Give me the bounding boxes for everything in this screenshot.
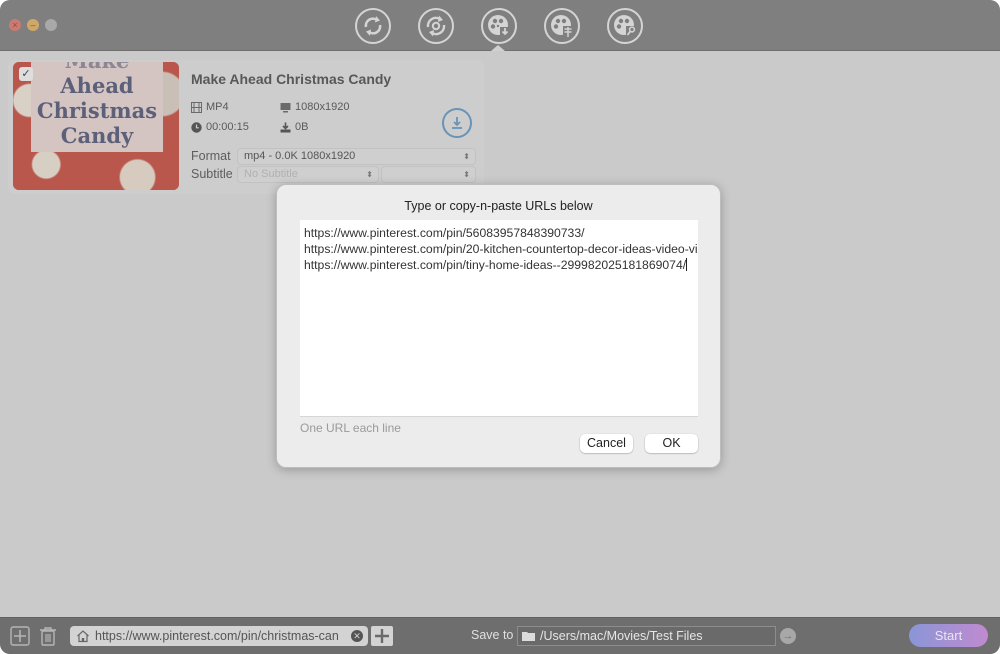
tool-utilities[interactable] <box>607 8 643 44</box>
url-line: https://www.pinterest.com/pin/20-kitchen… <box>304 242 698 256</box>
format-select[interactable]: mp4 - 0.0K 1080x1920 ⬍ <box>237 148 476 165</box>
checkmark-icon: ✓ <box>21 68 31 80</box>
save-to-label: Save to <box>471 628 514 642</box>
ok-button[interactable]: OK <box>645 434 698 453</box>
convert-settings-icon <box>426 15 446 37</box>
paste-urls-dialog: Type or copy-n-paste URLs below https://… <box>276 184 721 468</box>
updown-chevron-icon: ⬍ <box>463 152 470 161</box>
active-tool-indicator <box>491 45 505 51</box>
thumbnail-title: Make Ahead Christmas Candy <box>31 62 163 152</box>
textarea-hint: One URL each line <box>300 421 401 435</box>
close-icon: × <box>12 20 18 30</box>
urls-textarea[interactable]: https://www.pinterest.com/pin/5608395784… <box>300 220 698 417</box>
arrow-right-icon: → <box>782 630 794 642</box>
tool-convert[interactable] <box>355 8 391 44</box>
video-download-icon <box>488 15 510 37</box>
clear-url-icon[interactable]: ✕ <box>351 630 363 642</box>
resolution-info: 1080x1920 <box>280 101 349 113</box>
url-line: https://www.pinterest.com/pin/tiny-home-… <box>304 258 688 272</box>
add-file-icon[interactable] <box>10 626 30 646</box>
text-cursor <box>686 258 688 271</box>
subtitle-label: Subtitle <box>191 167 233 181</box>
container-info: MP4 <box>191 101 229 113</box>
clock-icon <box>191 121 202 133</box>
updown-chevron-icon: ⬍ <box>366 170 373 179</box>
download-icon <box>452 117 462 129</box>
monitor-icon <box>280 102 291 112</box>
convert-icon <box>364 16 382 36</box>
save-path-field[interactable]: /Users/mac/Movies/Test Files <box>517 626 776 646</box>
film-icon <box>191 101 202 113</box>
add-url-button[interactable] <box>371 626 393 646</box>
minimize-window-button[interactable]: – <box>27 19 39 31</box>
video-card: Make Ahead Christmas Candy ✓ Make Ahead … <box>8 60 484 194</box>
video-tools-icon <box>614 15 636 37</box>
format-label: Format <box>191 149 231 163</box>
video-edit-icon <box>551 15 573 37</box>
toolbar: × – <box>0 0 1000 51</box>
updown-chevron-icon: ⬍ <box>463 170 470 179</box>
tool-download[interactable] <box>481 8 517 44</box>
tool-edit[interactable] <box>544 8 580 44</box>
download-button[interactable] <box>442 108 472 138</box>
folder-icon <box>522 632 535 641</box>
home-icon[interactable] <box>76 629 90 643</box>
video-thumbnail: Make Ahead Christmas Candy ✓ <box>13 62 179 190</box>
video-title: Make Ahead Christmas Candy <box>191 71 392 87</box>
subtitle-language-select[interactable]: ⬍ <box>381 166 476 183</box>
tool-convert-settings[interactable] <box>418 8 454 44</box>
close-window-button[interactable]: × <box>9 19 21 31</box>
url-line: https://www.pinterest.com/pin/5608395784… <box>304 226 585 240</box>
open-folder-button[interactable]: → <box>780 628 796 644</box>
dialog-title: Type or copy-n-paste URLs below <box>404 199 593 213</box>
bottom-bar: https://www.pinterest.com/pin/christmas-… <box>0 617 1000 654</box>
duration-info: 00:00:15 <box>191 121 249 133</box>
trash-icon[interactable] <box>38 626 58 646</box>
size-info: 0B <box>280 121 308 133</box>
maximize-window-button[interactable] <box>45 19 57 31</box>
start-button[interactable]: Start <box>909 624 988 647</box>
minimize-icon: – <box>30 20 36 30</box>
plus-icon <box>375 629 389 643</box>
url-input[interactable]: https://www.pinterest.com/pin/christmas-… <box>70 626 368 646</box>
app-window: × – Ahead Christmas Candy ✓ Make Ahead C… <box>0 0 1000 654</box>
select-checkbox[interactable]: ✓ <box>19 67 33 81</box>
download-size-icon <box>280 122 291 132</box>
cancel-button[interactable]: Cancel <box>580 434 633 453</box>
subtitle-select[interactable]: No Subtitle ⬍ <box>237 166 379 183</box>
